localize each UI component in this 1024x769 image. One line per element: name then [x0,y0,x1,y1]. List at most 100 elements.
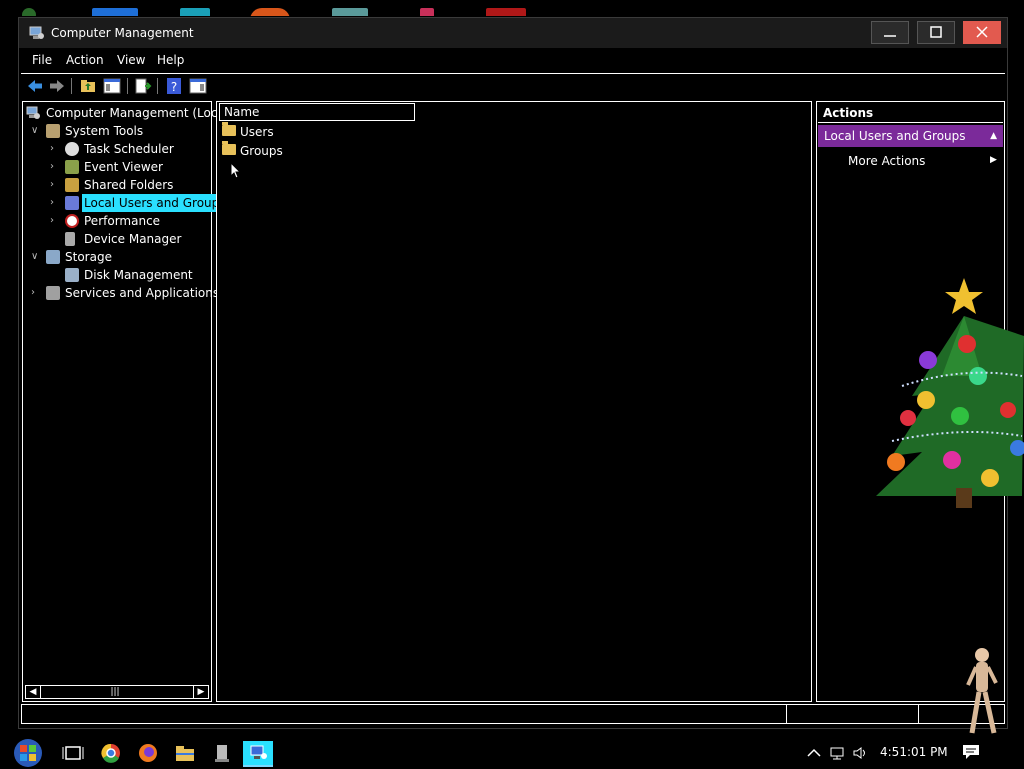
close-icon [976,26,988,38]
title-bar[interactable]: Computer Management [19,18,1007,48]
volume-icon[interactable] [852,746,868,760]
chevron-right-icon[interactable]: › [50,158,60,176]
scroll-right-icon[interactable]: ▶ [193,686,208,698]
help-icon[interactable]: ? [165,77,183,95]
taskbar-clock[interactable]: 4:51:01 PM [880,745,948,759]
christmas-tree-decoration [876,278,1024,508]
up-folder-icon[interactable] [79,77,97,95]
export-list-icon[interactable] [134,77,152,95]
services-icon [46,286,60,300]
event-viewer-icon [65,160,79,174]
menu-view[interactable]: View [117,53,145,67]
menu-bar: File Action View Help [19,49,1007,71]
tree-root-label: Computer Management (Local) [46,106,233,120]
tree-item-performance[interactable]: › Performance [23,212,211,230]
tree-item-disk-management[interactable]: Disk Management [23,266,211,284]
show-hidden-icons-icon[interactable] [806,746,822,760]
back-icon[interactable] [26,77,44,95]
tree-item-label: Local Users and Groups [82,194,228,212]
actions-header: Actions [818,103,1003,123]
tree-item-label: Event Viewer [84,160,163,174]
column-header-name[interactable]: Name [219,103,415,121]
device-icon[interactable] [207,741,237,765]
tools-icon [46,124,60,138]
task-view-icon[interactable] [58,741,88,765]
file-explorer-icon[interactable] [170,741,200,765]
show-hide-action-pane-icon[interactable] [189,77,207,95]
collapse-icon[interactable]: ▲ [990,125,997,147]
actions-section-local-users-and-groups[interactable]: Local Users and Groups ▲ [818,125,1003,147]
action-center-icon[interactable] [962,744,980,760]
tree-item-label: Storage [65,250,112,264]
tree-item-event-viewer[interactable]: › Event Viewer [23,158,211,176]
active-indicator [243,765,273,767]
dancer-figure-decoration [966,648,998,734]
more-actions-item[interactable]: More Actions [848,154,925,168]
folder-icon [222,122,236,136]
clock-icon [65,142,79,156]
minimize-button[interactable] [871,21,909,44]
submenu-arrow-icon: ▶ [990,155,997,165]
status-bar [21,704,1005,724]
tree-item-label: Shared Folders [84,178,174,192]
more-actions-label: More Actions [848,154,926,168]
close-button[interactable] [963,21,1001,44]
chevron-down-icon[interactable]: ∨ [31,122,41,140]
chevron-right-icon[interactable]: › [31,284,41,302]
forward-icon[interactable] [48,77,66,95]
toolbar: ? [21,73,1005,100]
tree-item-local-users-and-groups[interactable]: › Local Users and Groups [23,194,228,212]
chrome-icon[interactable] [96,741,126,765]
tree-item-shared-folders[interactable]: › Shared Folders [23,176,211,194]
mouse-cursor-icon [230,162,242,179]
tree-item-label: Performance [84,214,161,228]
firefox-icon[interactable] [133,741,163,765]
computer-management-icon [250,745,267,759]
computer-management-icon [29,26,44,39]
taskbar [0,738,1024,768]
maximize-icon [930,26,942,38]
horizontal-scrollbar[interactable]: ◀ ||| ▶ [25,685,209,699]
network-icon[interactable] [829,746,845,760]
performance-icon [65,214,79,228]
tree-item-label: Services and Applications [65,286,220,300]
disk-icon [65,268,79,282]
menu-file[interactable]: File [32,53,52,67]
status-segment [786,705,787,723]
scroll-left-icon[interactable]: ◀ [26,686,41,698]
tree-item-device-manager[interactable]: Device Manager [23,230,211,248]
shared-folder-icon [65,178,79,192]
tree-item-task-scheduler[interactable]: › Task Scheduler [23,140,211,158]
tree-item-label: Device Manager [84,232,182,246]
actions-section-label: Local Users and Groups [824,129,966,143]
results-pane[interactable]: Name Users Groups [216,101,812,702]
tree-item-services-and-applications[interactable]: › Services and Applications [23,284,219,302]
tree-item-label: Task Scheduler [84,142,174,156]
chevron-right-icon[interactable]: › [50,194,60,212]
status-segment [918,705,919,723]
device-manager-icon [65,232,75,246]
minimize-icon [884,35,896,37]
menu-help[interactable]: Help [157,53,184,67]
chevron-right-icon[interactable]: › [50,176,60,194]
maximize-button[interactable] [917,21,955,44]
list-item-label: Users [240,125,274,139]
start-orb-icon[interactable] [10,738,46,768]
show-hide-tree-icon[interactable] [103,77,121,95]
chevron-down-icon[interactable]: ∨ [31,248,41,266]
tree-item-storage[interactable]: ∨ Storage [23,248,211,266]
list-item-label: Groups [240,144,283,158]
menu-action[interactable]: Action [66,53,104,67]
chevron-right-icon[interactable]: › [50,140,60,158]
folder-icon [222,141,236,155]
tree-item-label: System Tools [65,124,144,138]
tree-item-system-tools[interactable]: ∨ System Tools [23,122,211,140]
console-tree-pane[interactable]: Computer Management (Local) ∨ System Too… [22,101,233,702]
chevron-right-icon[interactable]: › [50,212,60,230]
computer-management-taskbar-button[interactable] [243,741,273,765]
svg-text:?: ? [171,80,177,94]
computer-management-icon [26,106,40,119]
scroll-thumb[interactable]: ||| [110,686,120,698]
computer-management-window: Computer Management File Action View Hel… [18,17,1008,729]
tree-item-label: Disk Management [84,268,193,282]
